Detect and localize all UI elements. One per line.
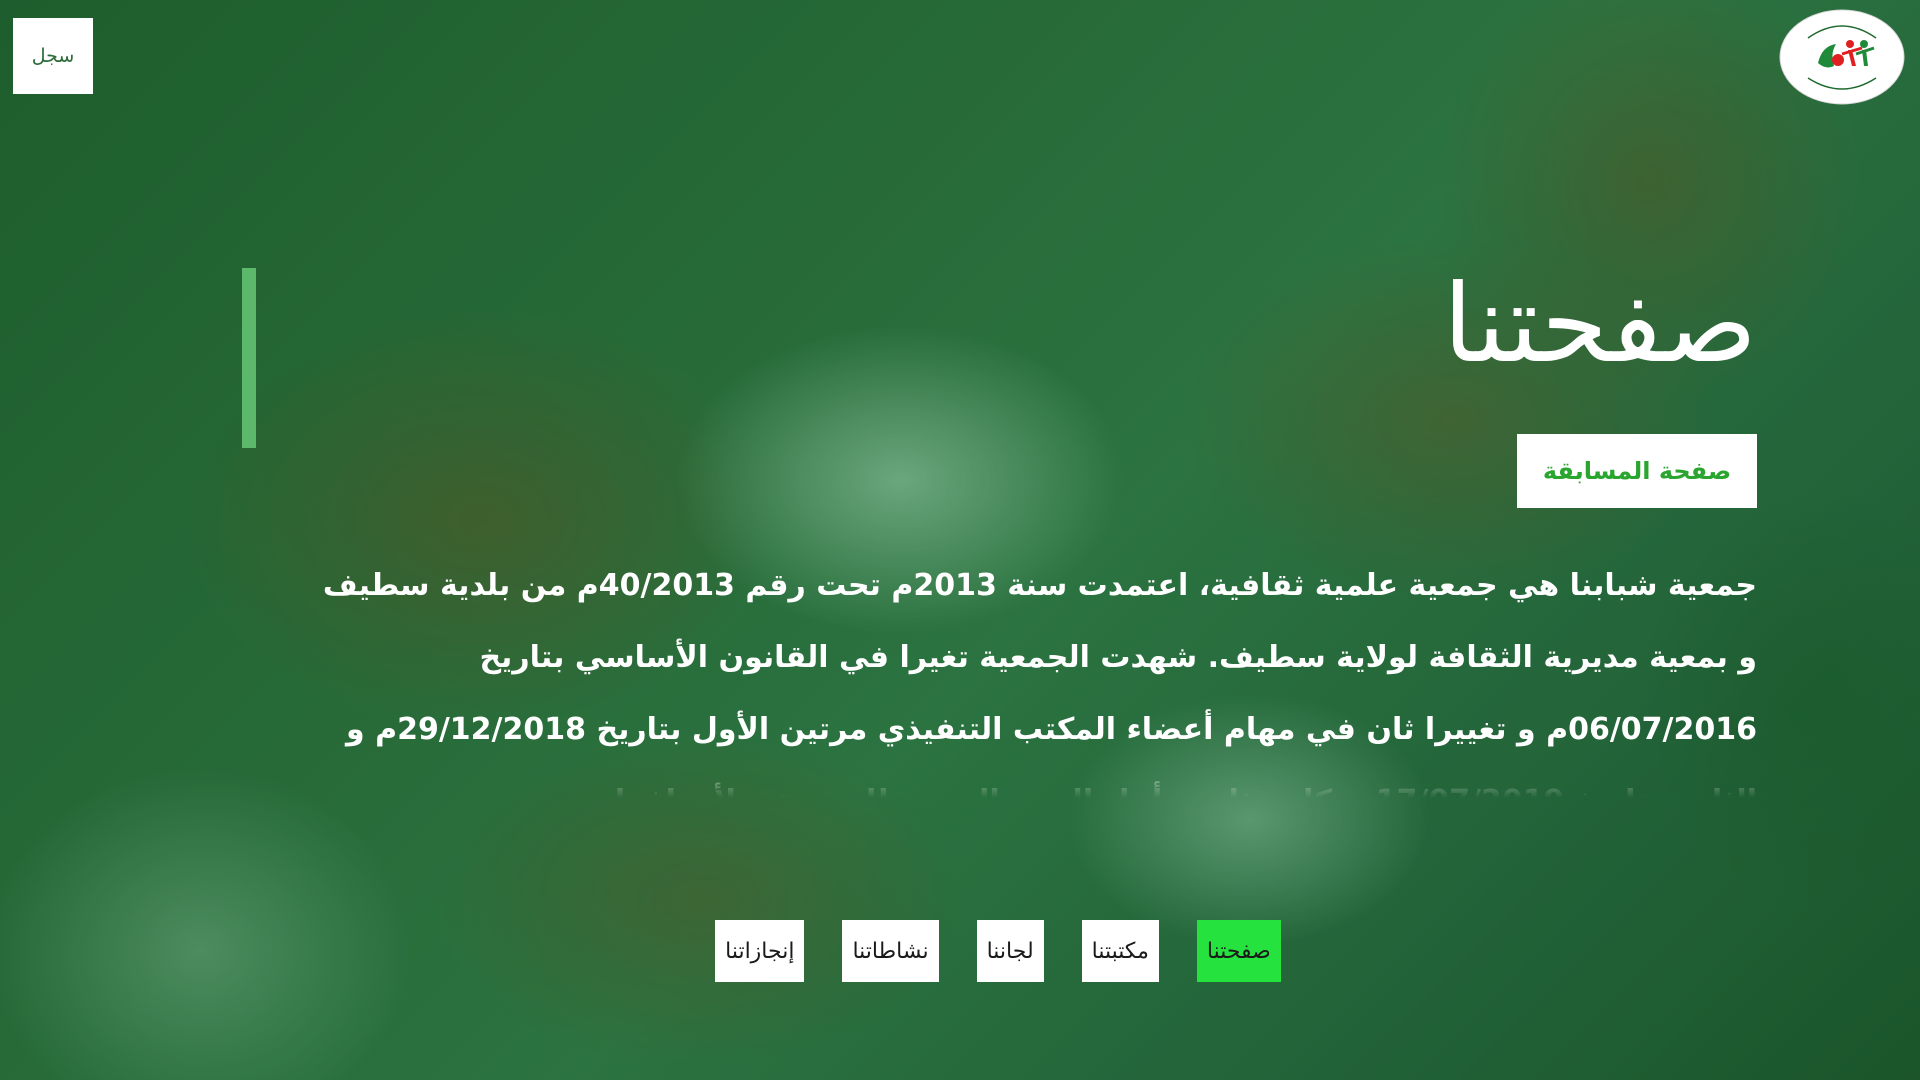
contest-page-button[interactable]: صفحة المسابقة [1517,434,1757,508]
nav-item-our-page[interactable]: صفحتنا [1196,920,1281,982]
nav-item-committees[interactable]: لجاننا [976,920,1044,982]
section-nav: صفحتنا مكتبتنا لجاننا نشاطاتنا إنجازاتنا [0,920,1920,982]
landing-page: سجل صفحتنا صفحة المسابقة جمعية شبابنا هي… [0,0,1920,1080]
background-overlay [0,0,1920,1080]
nav-item-achievements[interactable]: إنجازاتنا [715,920,805,982]
accent-bar [242,268,256,448]
association-logo[interactable] [1778,8,1906,106]
register-button[interactable]: سجل [13,18,93,94]
nav-item-library[interactable]: مكتبتنا [1081,920,1159,982]
nav-item-activities[interactable]: نشاطاتنا [842,920,939,982]
association-description: جمعية شبابنا هي جمعية علمية ثقافية، اعتم… [322,568,1757,798]
logo-emblem-icon [1779,9,1905,105]
page-title: صفحتنا [1442,262,1757,387]
